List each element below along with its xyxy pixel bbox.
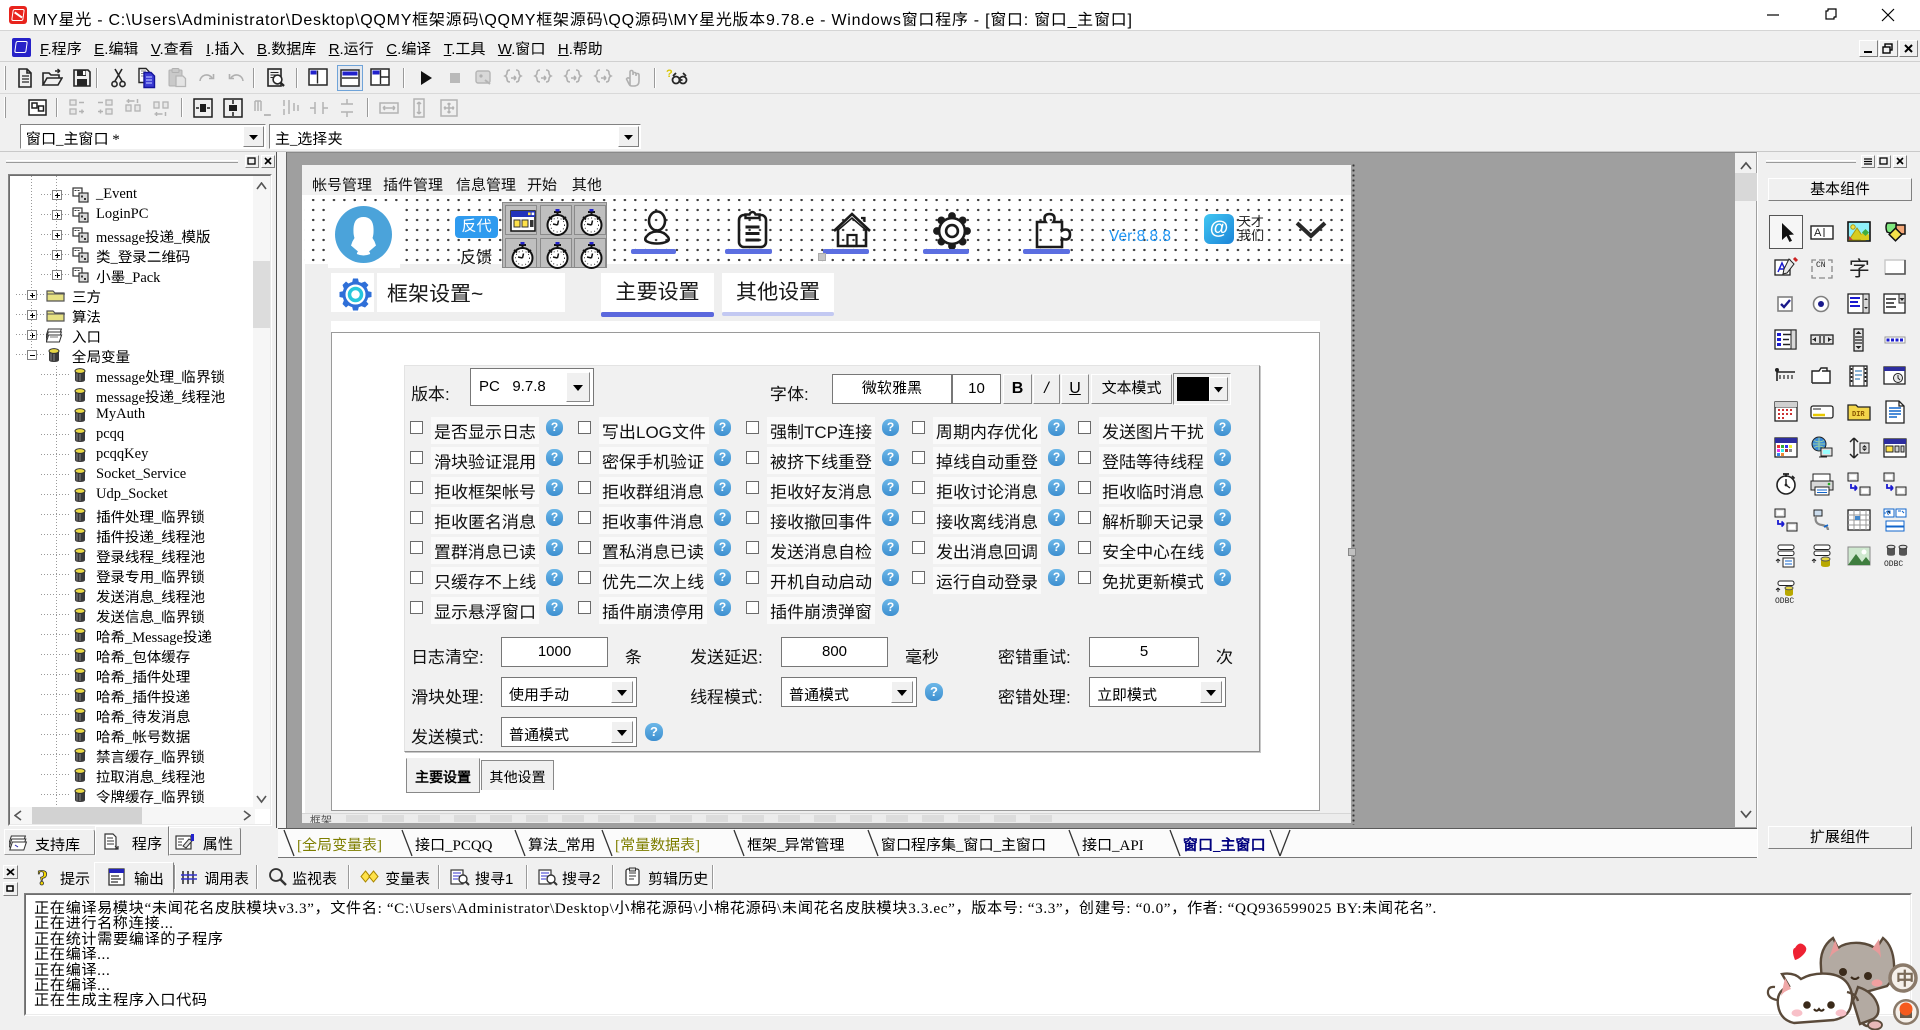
- svg-text:ODBC: ODBC: [1884, 560, 1903, 569]
- svg-text:DIR: DIR: [1852, 411, 1865, 419]
- svg-text:ODBC: ODBC: [1775, 597, 1794, 605]
- svg-text:?: ?: [37, 867, 48, 889]
- svg-text:?: ?: [666, 68, 673, 80]
- svg-text:中: 中: [1896, 965, 1914, 991]
- svg-text:A: A: [1814, 227, 1822, 239]
- svg-text:字: 字: [1849, 255, 1870, 281]
- svg-text:CN: CN: [1816, 261, 1826, 270]
